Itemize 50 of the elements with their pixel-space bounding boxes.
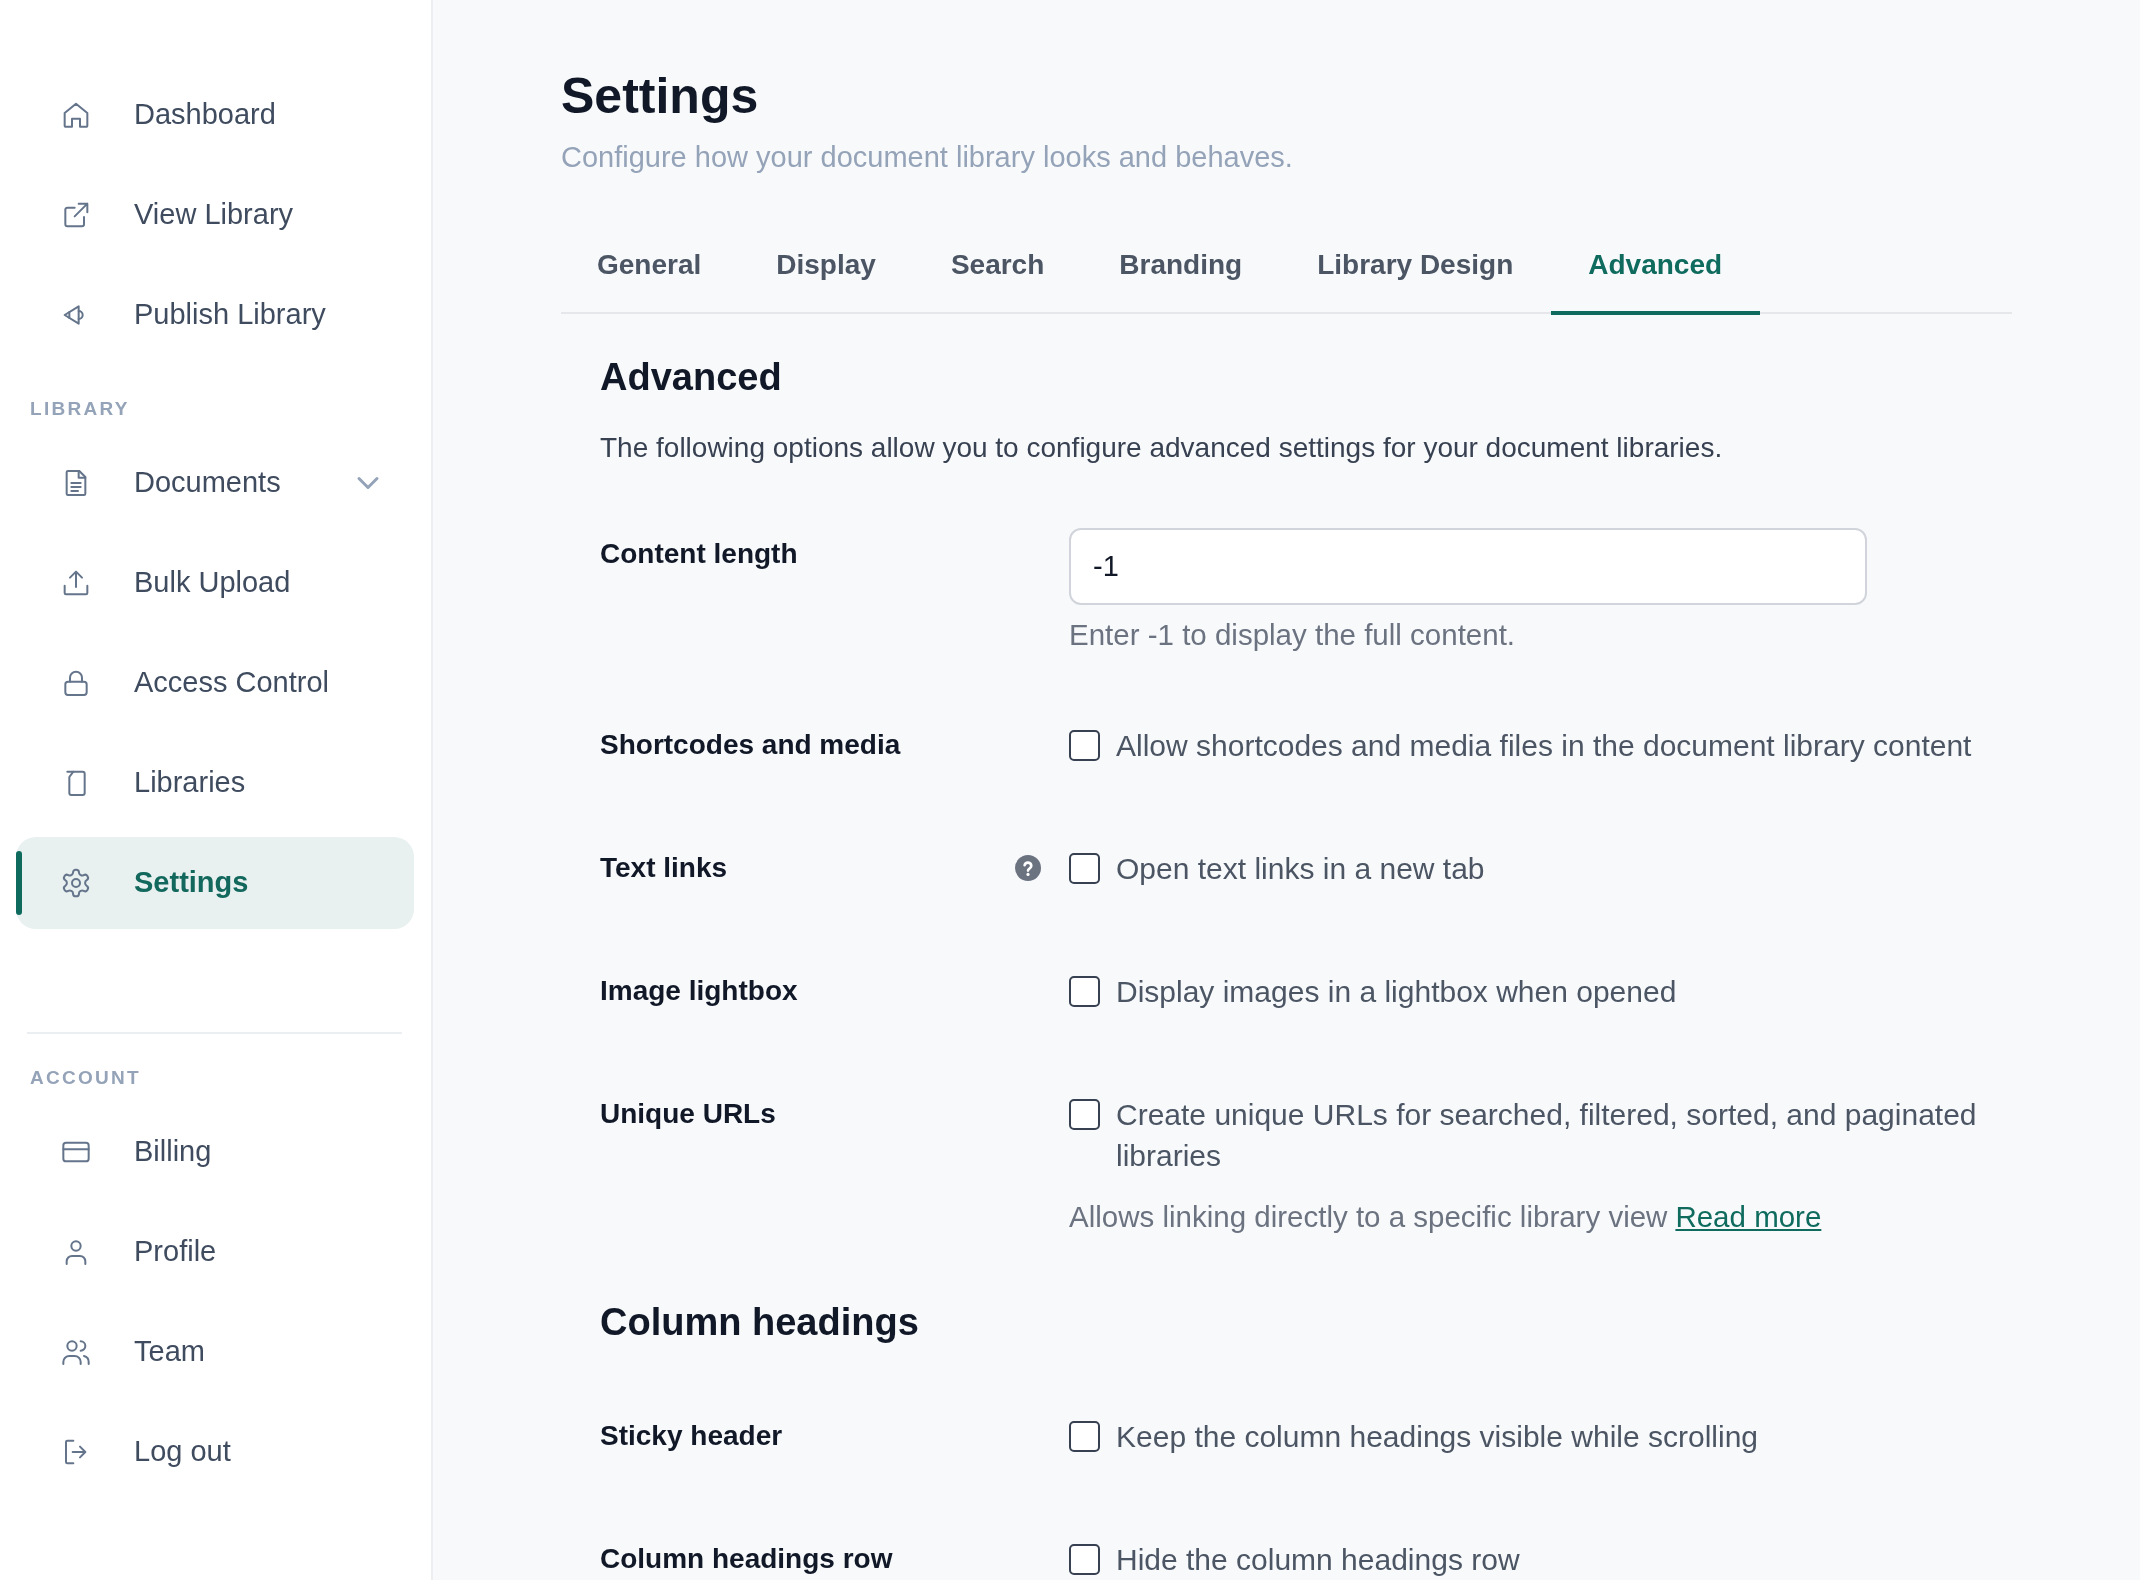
section-heading: LIBRARY (29, 397, 130, 421)
setting-label: Sticky header (600, 1419, 783, 1453)
checkbox[interactable] (1069, 730, 1100, 761)
help-text: Allows linking directly to a specific library view (1069, 1200, 1668, 1233)
setting-label: Content length (600, 537, 798, 571)
tab[interactable]: Branding (1081, 217, 1280, 315)
checkbox-label: Open text links in a new tab (1116, 851, 1485, 887)
sidebar-item[interactable]: Bulk Upload (16, 537, 414, 629)
sidebar-item[interactable]: View Library (16, 169, 414, 261)
checkbox[interactable] (1069, 1544, 1100, 1575)
setting-label: Image lightbox (600, 974, 798, 1008)
input-field[interactable]: -1 (1069, 528, 1867, 605)
section-title: Column headings (600, 1300, 920, 1344)
sidebar-item[interactable]: Dashboard (16, 69, 414, 161)
tab[interactable]: General (561, 217, 739, 315)
setting-label: Shortcodes and media (600, 728, 901, 762)
sidebar-item[interactable]: Log out (16, 1406, 414, 1498)
checkbox-label: Display images in a lightbox when opened (1116, 974, 1677, 1010)
sidebar-item[interactable]: Publish Library (16, 269, 414, 361)
page-subtitle: Configure how your document library looks and behaves. (561, 140, 1294, 175)
tab[interactable]: Library Design (1279, 217, 1551, 315)
sidebar-item[interactable]: Billing (16, 1106, 414, 1198)
section-heading: ACCOUNT (29, 1066, 141, 1090)
checkbox[interactable] (1069, 1421, 1100, 1452)
section-title: Advanced (600, 355, 783, 399)
tab[interactable]: Display (738, 217, 914, 315)
checkbox-label: Create unique URLs for searched, filtered, sorted, and paginated libraries (1116, 1097, 1978, 1174)
checkbox-label: Allow shortcodes and media files in the document library content (1116, 728, 1972, 764)
help-text: Enter -1 to display the full content. (1069, 618, 1516, 651)
sidebar-item[interactable]: Profile (16, 1206, 414, 1298)
setting-label: Unique URLs (600, 1097, 776, 1131)
page-title: Settings (561, 67, 760, 126)
sidebar-item[interactable]: Team (16, 1306, 414, 1398)
setting-label: Text links (600, 851, 728, 885)
checkbox[interactable] (1069, 853, 1100, 884)
checkbox[interactable] (1069, 1099, 1100, 1130)
sidebar-item[interactable]: Access Control (16, 637, 414, 729)
checkbox[interactable] (1069, 976, 1100, 1007)
setting-label: Column headings row (600, 1542, 893, 1576)
checkbox-label: Keep the column headings visible while scrolling (1116, 1419, 1759, 1455)
checkbox-label: Hide the column headings row (1116, 1542, 1520, 1578)
sidebar-item[interactable]: Documents (16, 437, 414, 529)
gear-icon (60, 867, 92, 899)
chevron-down-icon (357, 477, 379, 489)
sidebar-item[interactable]: Libraries (16, 737, 414, 829)
read-more-link[interactable]: Read more (1675, 1200, 1822, 1233)
tab[interactable]: Advanced (1550, 217, 1760, 315)
sidebar-item[interactable]: Settings (16, 837, 414, 929)
tab[interactable]: Search (913, 217, 1082, 315)
section-description: The following options allow you to configure advanced settings for your document libraries. (600, 431, 1724, 465)
